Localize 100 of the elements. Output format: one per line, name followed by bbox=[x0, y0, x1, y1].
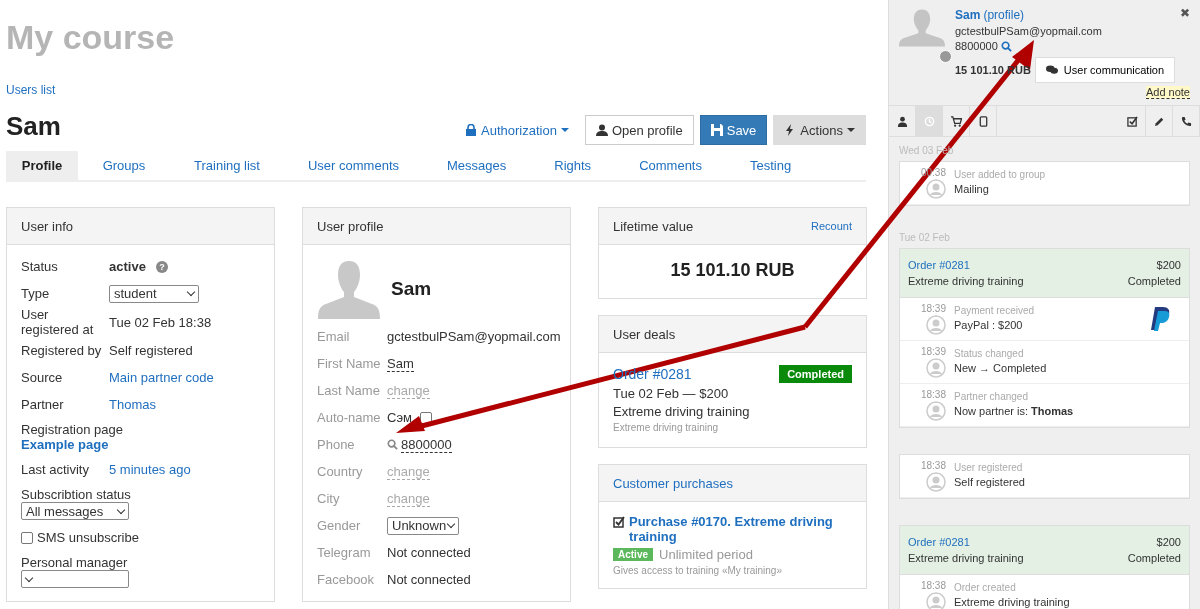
phone-icon bbox=[1180, 115, 1192, 127]
editable-value[interactable]: 8800000 bbox=[401, 436, 452, 453]
type-select[interactable]: student bbox=[109, 284, 199, 303]
field-label: Last activity bbox=[21, 462, 90, 477]
event-title: Order created bbox=[954, 581, 1017, 595]
order-link[interactable]: Order #0281 bbox=[908, 534, 970, 550]
avatar-silhouette-icon bbox=[317, 259, 381, 319]
tab[interactable]: Testing bbox=[726, 151, 816, 180]
close-icon[interactable]: ✖ bbox=[1180, 6, 1190, 20]
event-title: User registered bbox=[954, 461, 1024, 475]
field-label: Registration page bbox=[21, 422, 124, 437]
purchase-description: Gives access to training «My training» bbox=[613, 565, 783, 576]
tab[interactable]: Groups bbox=[78, 151, 170, 180]
field-label: Last Name bbox=[317, 383, 381, 398]
field-label: Email bbox=[317, 329, 351, 344]
recount-link[interactable]: Recount bbox=[811, 220, 852, 232]
field-label: Gender bbox=[317, 518, 362, 533]
tab[interactable]: User comments bbox=[284, 151, 423, 180]
panel-title: User profile bbox=[317, 218, 384, 234]
field-label: Country bbox=[317, 464, 364, 479]
order-amount: $200 bbox=[1156, 258, 1181, 273]
search-icon[interactable] bbox=[387, 439, 398, 450]
user-name: Sam bbox=[6, 111, 61, 142]
field-value: Not connected bbox=[387, 545, 471, 560]
checkbox[interactable] bbox=[21, 531, 33, 544]
avatar-silhouette-icon bbox=[899, 8, 945, 48]
event-time: 18:38 bbox=[920, 460, 946, 471]
field-label: Personal manager bbox=[21, 555, 129, 570]
event-title: User added to group bbox=[954, 168, 1047, 182]
deal-date-price: Tue 02 Feb — $200 bbox=[613, 386, 730, 401]
user-communication-button[interactable]: User communication bbox=[1034, 57, 1176, 83]
field-label: City bbox=[317, 491, 341, 506]
field-label: Partner bbox=[21, 397, 65, 412]
field-label: Source bbox=[21, 370, 64, 385]
panel-title: Customer purchases bbox=[613, 475, 733, 491]
avatar-icon bbox=[926, 358, 946, 378]
breadcrumb-link[interactable]: Users list bbox=[6, 83, 56, 97]
event-title: Status changed bbox=[954, 347, 1025, 361]
field-value: Not connected bbox=[387, 572, 471, 587]
event-time: 18:38 bbox=[920, 580, 946, 591]
contact-name-link[interactable]: Sam bbox=[955, 8, 981, 22]
user-icon bbox=[595, 124, 608, 136]
tab[interactable]: Rights bbox=[530, 151, 616, 180]
event-text: Now partner is: Thomas bbox=[954, 404, 1075, 419]
avatar-icon bbox=[926, 472, 946, 492]
field-label: Facebook bbox=[317, 572, 376, 587]
status-value: active bbox=[109, 259, 146, 274]
add-note-link[interactable]: Add note bbox=[1145, 86, 1190, 99]
field-label: Subscribtion status bbox=[21, 487, 132, 502]
page-title: My course bbox=[6, 18, 176, 57]
pencil-icon bbox=[1153, 115, 1165, 127]
tab[interactable]: Training list bbox=[170, 151, 284, 180]
tab[interactable]: Messages bbox=[423, 151, 531, 180]
purchase-link[interactable]: Purchase #0170. Extreme driving training bbox=[629, 514, 852, 544]
order-amount: $200 bbox=[1156, 535, 1181, 550]
field-value: Tue 02 Feb 18:38 bbox=[109, 314, 213, 330]
lifetime-value: 15 101.10 RUB bbox=[669, 259, 796, 282]
profile-link[interactable]: (profile) bbox=[983, 8, 1025, 22]
open-profile-button[interactable]: Open profile bbox=[584, 115, 694, 145]
avatar-icon bbox=[926, 179, 946, 199]
order-link[interactable]: Order #0281 bbox=[908, 257, 970, 273]
contact-email: gctestbulPSam@yopmail.com bbox=[955, 25, 1103, 37]
paypal-logo-icon bbox=[1151, 307, 1171, 331]
order-product: Extreme driving training bbox=[908, 551, 1024, 566]
field-value: Self registered bbox=[109, 343, 194, 358]
field-label: Registered by bbox=[21, 343, 103, 358]
field-link[interactable]: Example page bbox=[21, 437, 260, 452]
select-field[interactable]: All messages bbox=[21, 502, 129, 520]
event-text: Mailing bbox=[954, 182, 990, 197]
panel-title: Lifetime value bbox=[613, 218, 694, 234]
actions-dropdown[interactable]: Actions bbox=[773, 115, 866, 145]
field-link[interactable]: Thomas bbox=[109, 397, 260, 412]
tab[interactable]: Comments bbox=[615, 151, 726, 180]
order-status: Completed bbox=[1127, 274, 1181, 289]
order-product: Extreme driving training bbox=[908, 274, 1024, 289]
search-icon[interactable] bbox=[1000, 40, 1012, 52]
field-value: gctestbulPSam@yopmail.com bbox=[387, 329, 561, 344]
tasks-icon bbox=[1126, 115, 1138, 127]
save-button[interactable]: Save bbox=[699, 115, 768, 145]
cart-icon bbox=[950, 115, 962, 127]
deal-product: Extreme driving training bbox=[613, 404, 751, 419]
chat-bubbles-icon bbox=[1045, 64, 1058, 76]
field-label: Auto-name bbox=[317, 410, 382, 425]
event-text: PayPal : $200 bbox=[954, 318, 1024, 333]
profile-name: Sam bbox=[391, 278, 432, 300]
lock-icon bbox=[465, 124, 477, 136]
authorization-dropdown[interactable]: Authorization bbox=[455, 115, 579, 145]
tab[interactable]: Profile bbox=[6, 151, 78, 180]
help-icon[interactable]: ? bbox=[155, 260, 168, 273]
field-label: Telegram bbox=[317, 545, 372, 560]
gender-select[interactable]: Unknown bbox=[387, 516, 459, 535]
user-icon bbox=[896, 115, 908, 127]
event-text: Extreme driving training bbox=[954, 595, 1071, 609]
avatar-icon bbox=[926, 401, 946, 421]
select-field[interactable] bbox=[21, 570, 129, 588]
editable-value[interactable]: Sam bbox=[387, 355, 414, 372]
panel-title: User info bbox=[21, 218, 74, 234]
field-link[interactable]: 5 minutes ago bbox=[109, 462, 260, 477]
field-label: First Name bbox=[317, 356, 382, 371]
field-link[interactable]: Main partner code bbox=[109, 370, 260, 385]
